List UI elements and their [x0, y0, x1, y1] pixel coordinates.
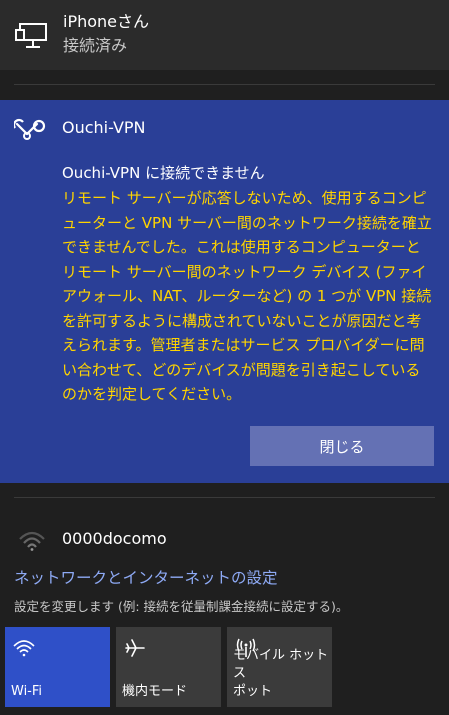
close-button[interactable]: 閉じる: [250, 426, 434, 466]
wifi-tile-label: Wi-Fi: [11, 684, 43, 699]
network-flyout: iPhoneさん 接続済み Ouchi-VPN Ouchi-VPN に接続できま…: [0, 0, 449, 715]
network-settings-description: 設定を変更します (例: 接続を従量制課金接続に設定する)。: [14, 599, 349, 614]
wifi-network-name: 0000docomo: [62, 529, 167, 548]
connected-network-name: iPhoneさん: [63, 12, 150, 31]
vpn-name: Ouchi-VPN: [62, 118, 146, 137]
vpn-link-icon: [12, 118, 48, 142]
vpn-error-title: Ouchi-VPN に接続できません: [62, 164, 265, 182]
mobile-hotspot-tile[interactable]: モバイル ホットス ポット: [227, 627, 332, 707]
wifi-signal-weak-icon: [18, 525, 46, 551]
vpn-item[interactable]: Ouchi-VPN Ouchi-VPN に接続できません リモート サーバーが応…: [0, 100, 449, 483]
wifi-icon: [13, 637, 35, 659]
wifi-toggle-tile[interactable]: Wi-Fi: [5, 627, 110, 707]
airplane-mode-tile[interactable]: 機内モード: [116, 627, 221, 707]
network-settings-link[interactable]: ネットワークとインターネットの設定: [14, 566, 278, 588]
connected-network-status: 接続済み: [63, 36, 128, 55]
hotspot-tile-label: モバイル ホットス ポット: [233, 648, 329, 699]
connected-network-item[interactable]: iPhoneさん 接続済み: [0, 0, 449, 70]
airplane-tile-label: 機内モード: [122, 684, 188, 699]
divider: [14, 84, 435, 85]
wifi-network-item[interactable]: 0000docomo: [0, 515, 449, 565]
airplane-icon: [124, 637, 146, 659]
ethernet-monitor-icon: [14, 20, 50, 50]
divider: [14, 497, 435, 498]
vpn-error-message: リモート サーバーが応答しないため、使用するコンピューターと VPN サーバー間…: [62, 189, 432, 403]
